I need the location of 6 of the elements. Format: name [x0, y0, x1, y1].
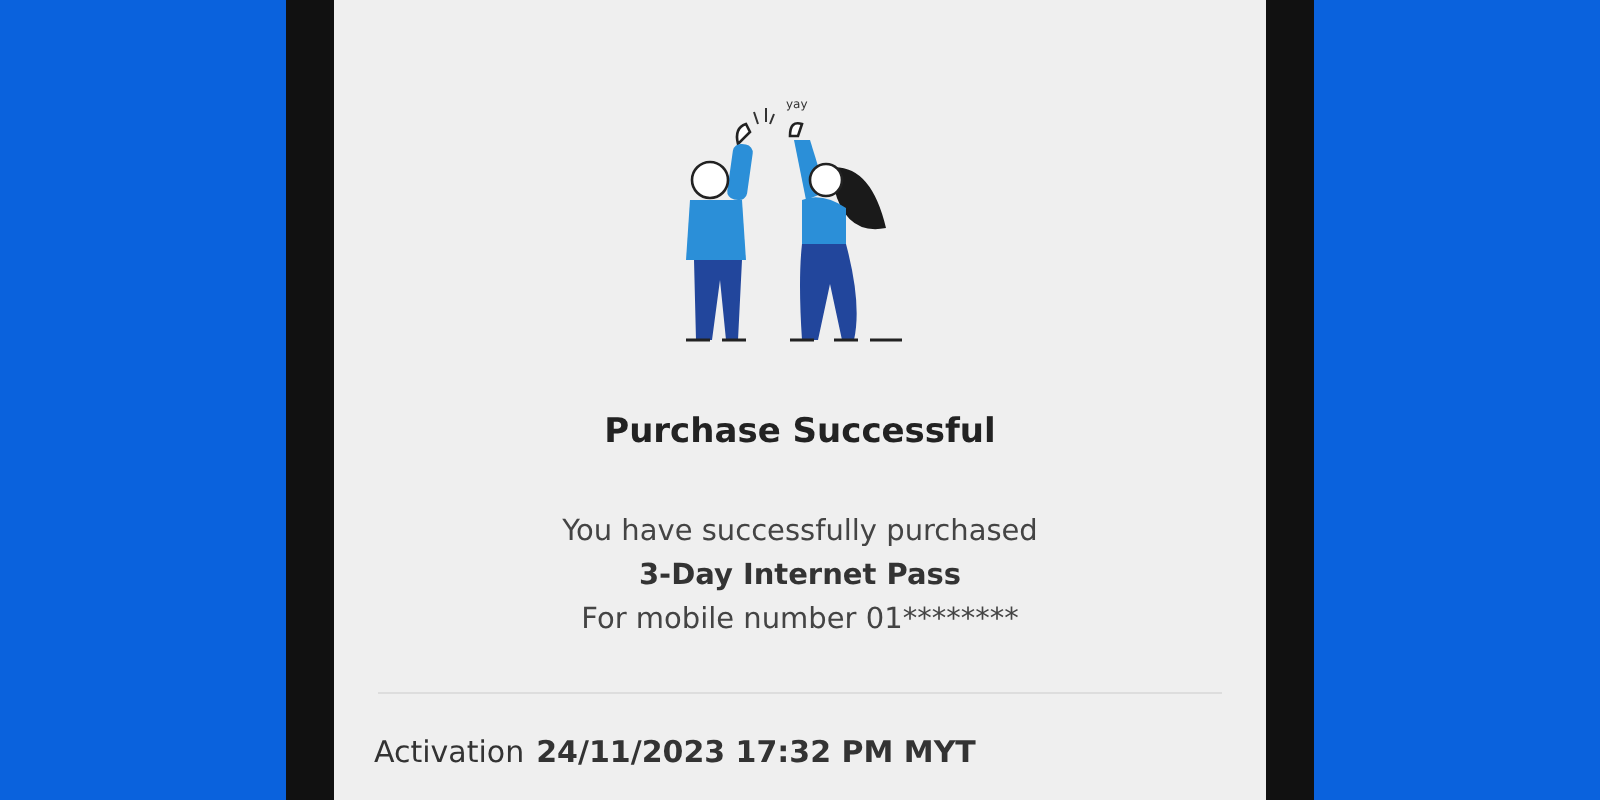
success-title: Purchase Successful	[604, 412, 996, 452]
message-text: You have successfully purchased	[562, 514, 1038, 552]
detail-value: 24/11/2023 17:32 PM MYT	[536, 734, 976, 770]
mobile-number-text: For mobile number 01********	[581, 602, 1019, 640]
detail-label: Activation	[374, 734, 525, 770]
product-name: 3-Day Internet Pass	[638, 558, 962, 596]
